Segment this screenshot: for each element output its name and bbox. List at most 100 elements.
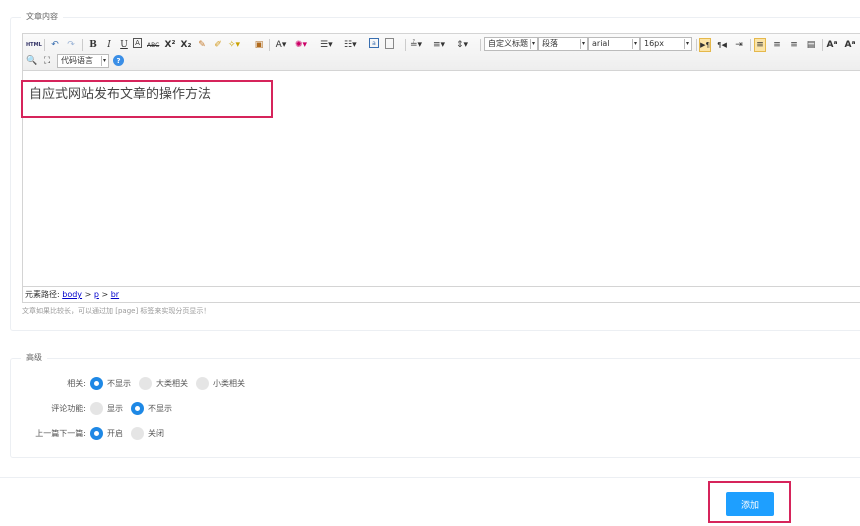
clear-doc-icon[interactable] — [385, 38, 394, 49]
path-body-link[interactable]: body — [62, 290, 82, 299]
chevron-down-icon: ▾ — [530, 39, 535, 49]
uppercase-icon[interactable]: Aᵃ — [826, 38, 838, 52]
radio-label: 关闭 — [148, 429, 164, 438]
undo-icon[interactable]: ↶ — [49, 38, 61, 52]
background-color-icon[interactable]: ✺▾ — [295, 38, 307, 52]
format-brush-icon[interactable]: ✐ — [212, 38, 224, 52]
row-spacing-bottom-icon[interactable]: ≡▾ — [433, 38, 445, 52]
align-left-icon[interactable]: ≡ — [754, 38, 766, 52]
font-size-select[interactable]: 16px ▾ — [640, 37, 692, 51]
align-center-icon[interactable]: ≡ — [771, 38, 783, 52]
section-legend: 高级 — [21, 351, 47, 365]
font-color-button[interactable]: A ▾ — [275, 38, 287, 52]
footer-divider — [0, 477, 860, 478]
content-highlight-box — [21, 80, 273, 118]
comment-row: 评论功能: 显示 不显示 — [0, 402, 180, 415]
toolbar-separator — [822, 39, 823, 51]
rtl-direction-icon[interactable]: ¶◀ — [716, 38, 728, 52]
path-separator: > — [84, 290, 92, 299]
prevnext-label: 上一篇下一篇: — [35, 429, 86, 438]
superscript-button[interactable]: X² — [164, 38, 176, 52]
element-path-label: 元素路径: — [25, 290, 60, 299]
related-option-none[interactable]: 不显示 — [90, 377, 131, 390]
related-row: 相关: 不显示 大类相关 小类相关 — [0, 377, 253, 390]
prevnext-option-off[interactable]: 关闭 — [131, 427, 164, 440]
custom-heading-select[interactable]: 自定义标题 ▾ — [484, 37, 538, 51]
radio-unchecked-icon — [139, 377, 152, 390]
ordered-list-icon[interactable]: ☰▾ — [320, 38, 333, 52]
toolbar-separator — [269, 39, 270, 51]
comment-label: 评论功能: — [51, 404, 86, 413]
find-icon[interactable]: ⛶ — [41, 54, 53, 68]
strikethrough-button[interactable]: ABC — [147, 38, 159, 52]
line-height-icon[interactable]: ⇕▾ — [456, 38, 468, 52]
paragraph-select[interactable]: 段落 ▾ — [538, 37, 588, 51]
toolbar-separator — [696, 39, 697, 51]
radio-label: 开启 — [107, 429, 123, 438]
code-language-value: 代码语言 — [61, 56, 93, 65]
select-all-icon[interactable]: a — [369, 38, 379, 48]
ltr-direction-icon[interactable]: ▶¶ — [699, 38, 711, 52]
pagination-hint: 文章如果比较长，可以通过加 [page] 标签来实现分页显示！ — [22, 307, 211, 315]
unordered-list-icon[interactable]: ☷▾ — [344, 38, 357, 52]
html-source-button[interactable]: HTML — [26, 38, 42, 52]
radio-checked-icon — [90, 377, 103, 390]
submit-highlight-box — [708, 481, 791, 523]
chevron-down-icon: ▾ — [684, 39, 689, 49]
font-size-value: 16px — [644, 39, 664, 48]
rich-text-editor: HTML ↶ ↷ B I U A ABC X² X₂ ✎ ✐ ✧▾ ▣ A ▾ ✺… — [22, 33, 860, 303]
redo-icon[interactable]: ↷ — [65, 38, 77, 52]
row-spacing-top-icon[interactable]: ≟▾ — [410, 38, 422, 52]
align-right-icon[interactable]: ≡ — [788, 38, 800, 52]
prevnext-row: 上一篇下一篇: 开启 关闭 — [0, 427, 172, 440]
font-color-label: A — [275, 40, 282, 50]
font-family-value: arial — [592, 39, 610, 48]
indent-icon[interactable]: ⇥ — [733, 38, 745, 52]
toolbar-separator — [750, 39, 751, 51]
path-p-link[interactable]: p — [94, 290, 99, 299]
toolbar-separator — [405, 39, 406, 51]
toolbar-separator — [480, 39, 481, 51]
lowercase-icon[interactable]: Aᵃ — [844, 38, 856, 52]
related-option-subcategory[interactable]: 小类相关 — [196, 377, 245, 390]
toolbar-separator — [82, 39, 83, 51]
align-justify-icon[interactable]: ▤ — [805, 38, 817, 52]
paste-text-icon[interactable]: ▣ — [253, 38, 265, 52]
chevron-down-icon: ▾ — [101, 56, 106, 66]
editor-statusbar: 元素路径: body > p > br — [23, 286, 860, 302]
font-family-select[interactable]: arial ▾ — [588, 37, 640, 51]
code-language-select[interactable]: 代码语言 ▾ — [57, 54, 109, 68]
radio-label: 不显示 — [148, 404, 172, 413]
related-label: 相关: — [67, 379, 86, 388]
paragraph-value: 段落 — [542, 39, 558, 48]
chevron-down-icon: ▾ — [632, 39, 637, 49]
bold-button[interactable]: B — [87, 38, 99, 52]
custom-heading-value: 自定义标题 — [488, 39, 528, 48]
radio-checked-icon — [90, 427, 103, 440]
prevnext-option-on[interactable]: 开启 — [90, 427, 123, 440]
radio-unchecked-icon — [196, 377, 209, 390]
underline-button[interactable]: U — [118, 38, 130, 52]
italic-button[interactable]: I — [103, 38, 115, 52]
path-separator: > — [101, 290, 109, 299]
radio-checked-icon — [131, 402, 144, 415]
radio-label: 显示 — [107, 404, 123, 413]
editor-toolbar: HTML ↶ ↷ B I U A ABC X² X₂ ✎ ✐ ✧▾ ▣ A ▾ ✺… — [23, 34, 860, 71]
comment-option-show[interactable]: 显示 — [90, 402, 123, 415]
radio-unchecked-icon — [131, 427, 144, 440]
radio-label: 大类相关 — [156, 379, 188, 388]
help-icon[interactable]: ? — [113, 55, 124, 66]
search-replace-icon[interactable]: 🔍 — [26, 54, 38, 68]
path-br-link[interactable]: br — [111, 290, 119, 299]
subscript-button[interactable]: X₂ — [180, 38, 192, 52]
font-border-button[interactable]: A — [133, 38, 142, 48]
radio-label: 不显示 — [107, 379, 131, 388]
comment-option-hide[interactable]: 不显示 — [131, 402, 172, 415]
related-option-category[interactable]: 大类相关 — [139, 377, 188, 390]
eraser-icon[interactable]: ✎ — [196, 38, 208, 52]
radio-unchecked-icon — [90, 402, 103, 415]
toolbar-separator — [44, 39, 45, 51]
section-legend: 文章内容 — [21, 10, 63, 24]
auto-format-icon[interactable]: ✧▾ — [228, 38, 240, 52]
radio-label: 小类相关 — [213, 379, 245, 388]
